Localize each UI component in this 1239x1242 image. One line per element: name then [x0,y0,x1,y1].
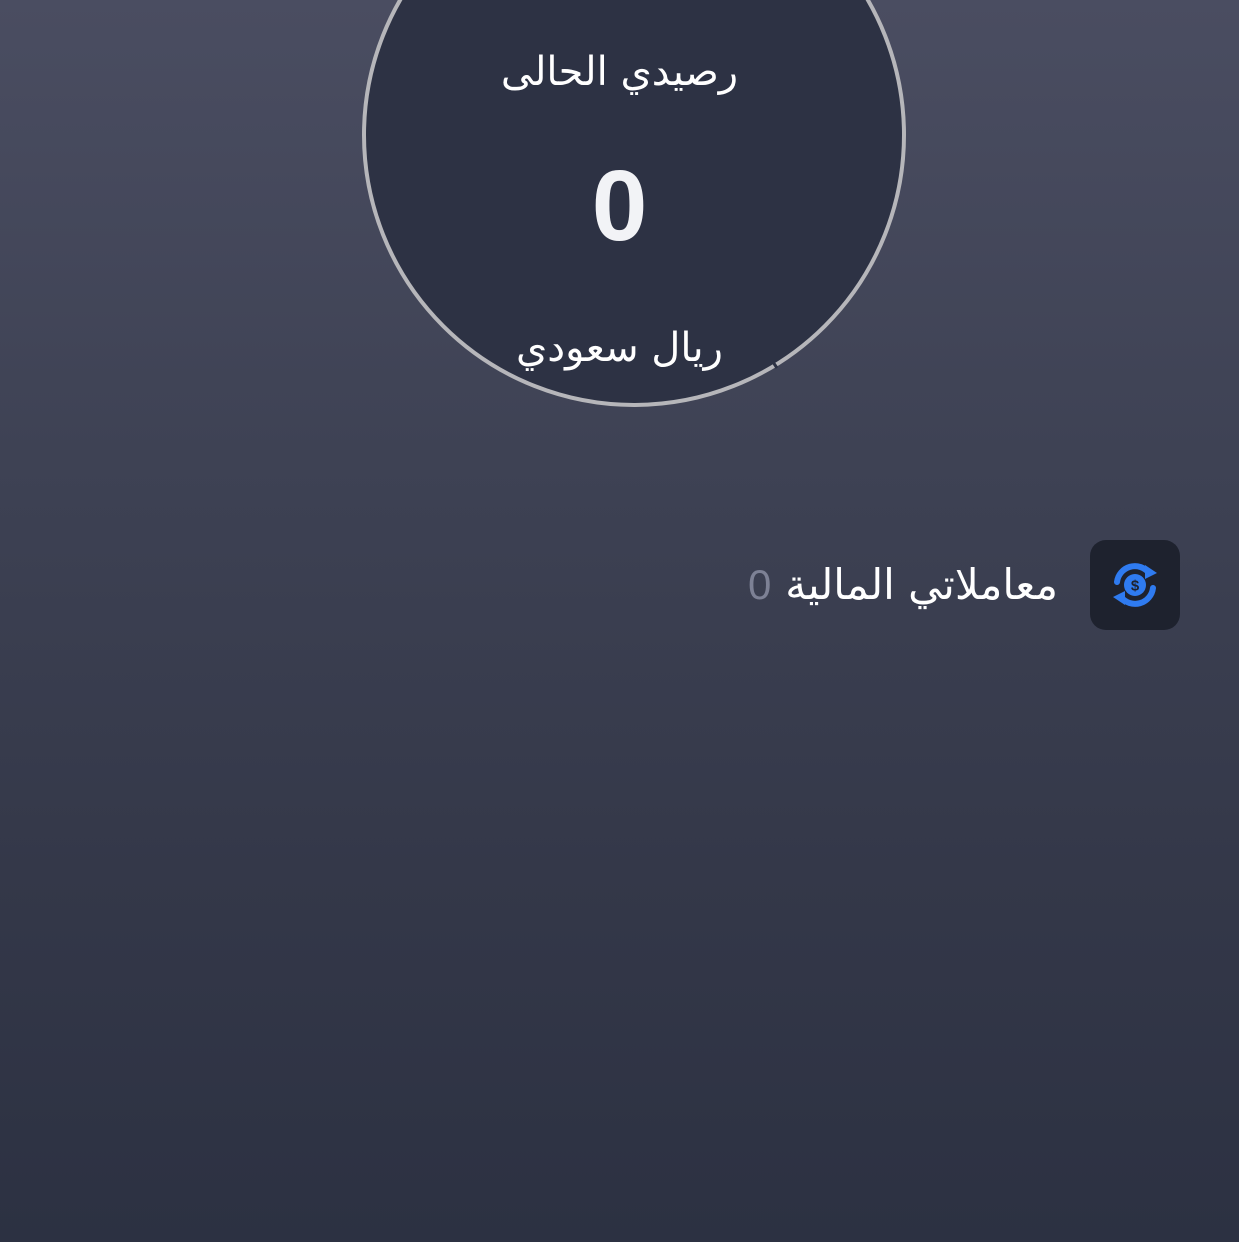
transactions-count: 0 [747,561,772,608]
svg-text:$: $ [1131,578,1140,595]
transactions-icon-box: $ [1090,540,1180,630]
balance-currency: ريال سعودي [515,325,723,371]
financial-transactions-item[interactable]: 0 معاملاتي المالية $ [700,540,1180,630]
balance-amount: 0 [591,150,648,262]
balance-title: رصيدي الحالى [500,49,739,95]
transactions-label: معاملاتي المالية [785,560,1058,609]
currency-exchange-icon: $ [1113,563,1157,607]
